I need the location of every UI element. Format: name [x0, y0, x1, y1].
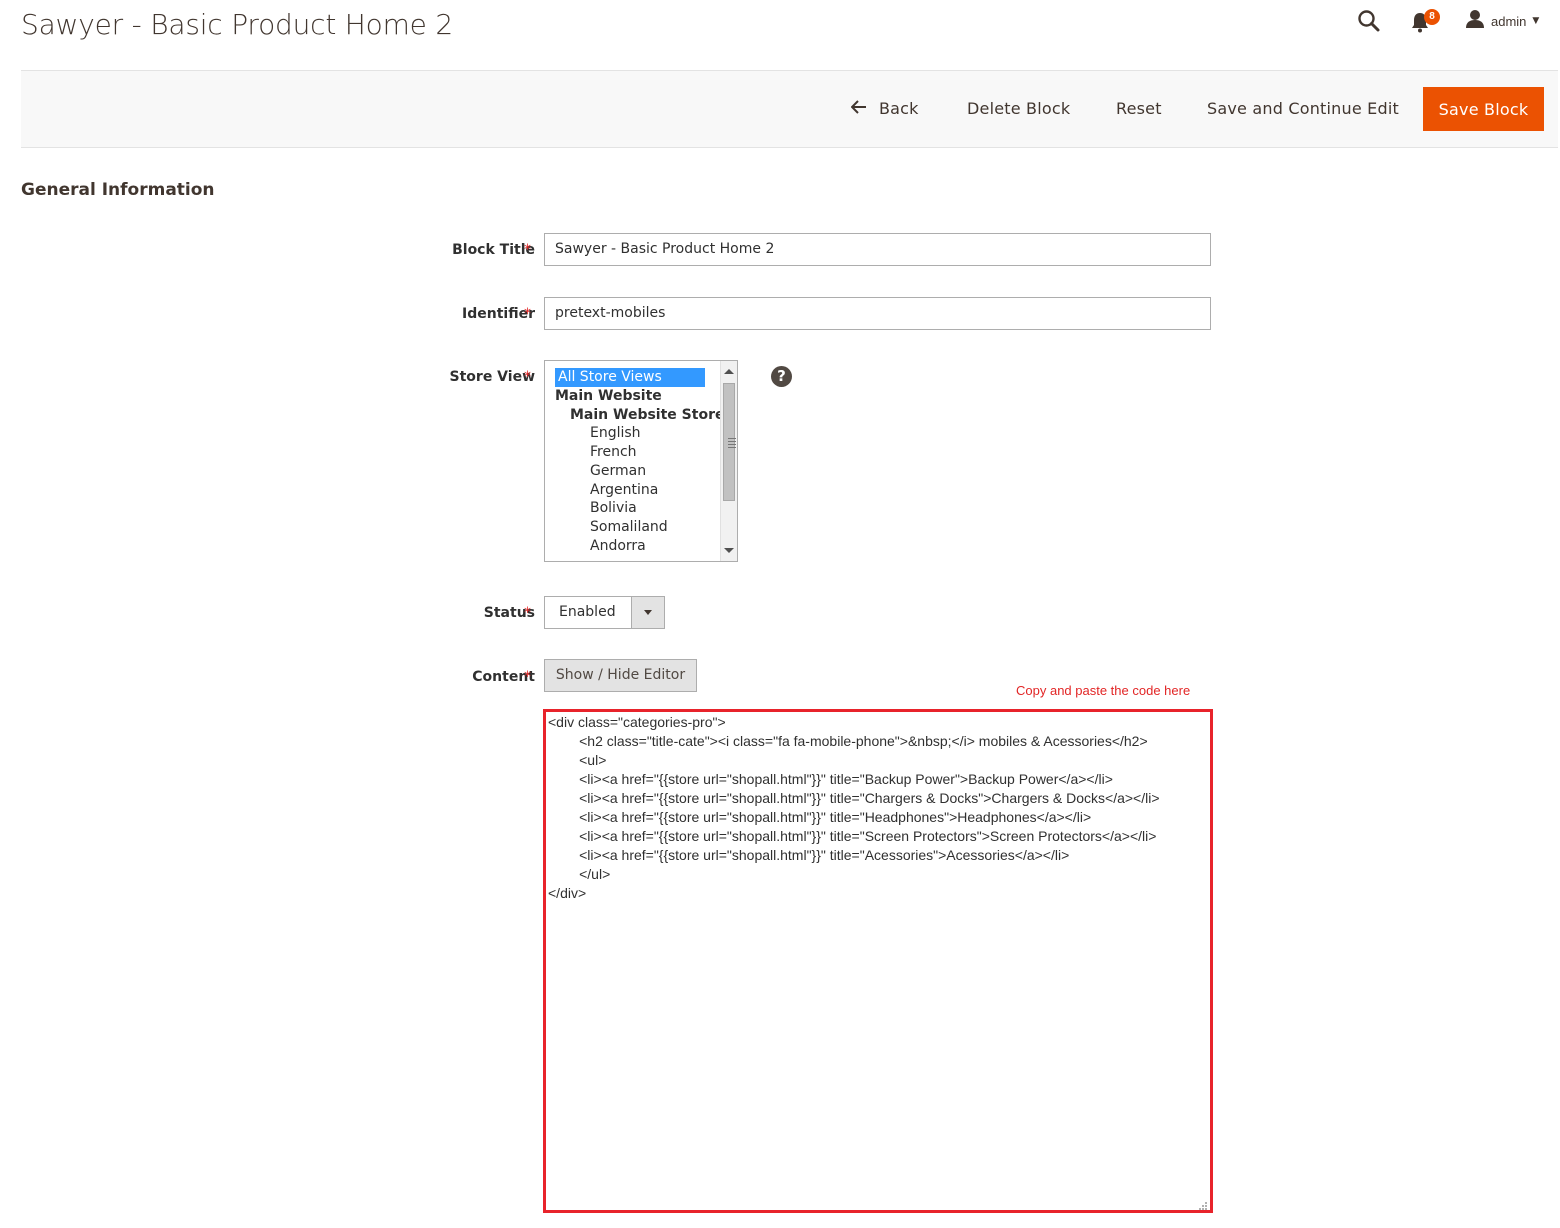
required-mark: *: [524, 605, 531, 621]
code-line: <li><a href="{{store url="shopall.html"}…: [548, 828, 1157, 844]
grip-line: [728, 444, 736, 445]
back-button[interactable]: Back: [850, 87, 919, 131]
store-option-main-website[interactable]: Main Website: [555, 387, 662, 406]
save-block-button[interactable]: Save Block: [1423, 87, 1544, 131]
store-option-english[interactable]: English: [590, 424, 641, 443]
code-line: <div class="categories-pro">: [548, 714, 726, 730]
block-title-input[interactable]: Sawyer - Basic Product Home 2: [544, 233, 1211, 266]
required-mark: *: [524, 369, 531, 385]
scrollbar-thumb[interactable]: [723, 383, 736, 501]
search-icon[interactable]: [1357, 9, 1381, 33]
user-icon: [1465, 9, 1485, 33]
code-line: <li><a href="{{store url="shopall.html"}…: [548, 771, 1113, 787]
code-line: <h2 class="title-cate"><i class="fa fa-m…: [548, 733, 1148, 749]
scroll-up-arrow-icon[interactable]: [724, 369, 734, 374]
notification-count-badge[interactable]: 8: [1424, 9, 1440, 25]
store-option-argentina[interactable]: Argentina: [590, 481, 658, 500]
grip-line: [728, 447, 736, 448]
identifier-input[interactable]: pretext-mobiles: [544, 297, 1211, 330]
reset-button[interactable]: Reset: [1116, 87, 1162, 131]
store-option-main-website-store[interactable]: Main Website Store: [570, 406, 724, 425]
store-option-german[interactable]: German: [590, 462, 646, 481]
status-value: Enabled: [559, 604, 616, 620]
block-title-label: Block Title: [452, 242, 535, 258]
store-view-scrollbar[interactable]: [720, 361, 737, 561]
store-option-french[interactable]: French: [590, 443, 637, 462]
required-mark: *: [524, 669, 531, 685]
delete-block-button[interactable]: Delete Block: [967, 87, 1070, 131]
page-title: Sawyer - Basic Product Home 2: [21, 8, 454, 41]
required-mark: *: [524, 242, 531, 258]
user-name: admin: [1491, 13, 1527, 29]
help-icon[interactable]: ?: [771, 366, 792, 387]
arrow-left-icon: [850, 87, 867, 131]
caret-down-icon: [644, 610, 652, 615]
code-line: <li><a href="{{store url="shopall.html"}…: [548, 809, 1092, 825]
grip-line: [728, 441, 736, 442]
code-line: </div>: [548, 885, 587, 901]
grip-line: [728, 438, 736, 439]
code-line: </ul>: [548, 866, 611, 882]
show-hide-editor-button[interactable]: Show / Hide Editor: [544, 659, 697, 692]
user-menu[interactable]: admin ▼: [1465, 10, 1539, 32]
scroll-down-arrow-icon[interactable]: [724, 548, 734, 553]
annotation-note: Copy and paste the code here: [1016, 683, 1191, 698]
save-and-continue-button[interactable]: Save and Continue Edit: [1207, 87, 1399, 131]
status-select[interactable]: Enabled: [544, 596, 665, 629]
resize-handle-icon[interactable]: [1198, 1198, 1208, 1210]
code-line: <ul>: [548, 752, 607, 768]
required-mark: *: [524, 306, 531, 322]
store-option-all[interactable]: All Store Views: [555, 368, 705, 387]
store-option-somaliland[interactable]: Somaliland: [590, 518, 668, 537]
status-dropdown-toggle[interactable]: [631, 597, 664, 628]
store-option-andorra[interactable]: Andorra: [590, 537, 646, 556]
store-option-bolivia[interactable]: Bolivia: [590, 499, 637, 518]
store-view-multiselect[interactable]: All Store Views Main Website Main Websit…: [544, 360, 738, 562]
back-label: Back: [879, 99, 919, 118]
code-line: <li><a href="{{store url="shopall.html"}…: [548, 790, 1160, 806]
content-textarea[interactable]: <div class="categories-pro"> <h2 class="…: [543, 709, 1213, 1213]
store-view-label: Store View: [449, 369, 535, 385]
code-line: <li><a href="{{store url="shopall.html"}…: [548, 847, 1070, 863]
chevron-down-icon: ▼: [1532, 16, 1540, 26]
page-actions-bar: Back Delete Block Reset Save and Continu…: [21, 70, 1558, 148]
section-title: General Information: [21, 180, 215, 200]
